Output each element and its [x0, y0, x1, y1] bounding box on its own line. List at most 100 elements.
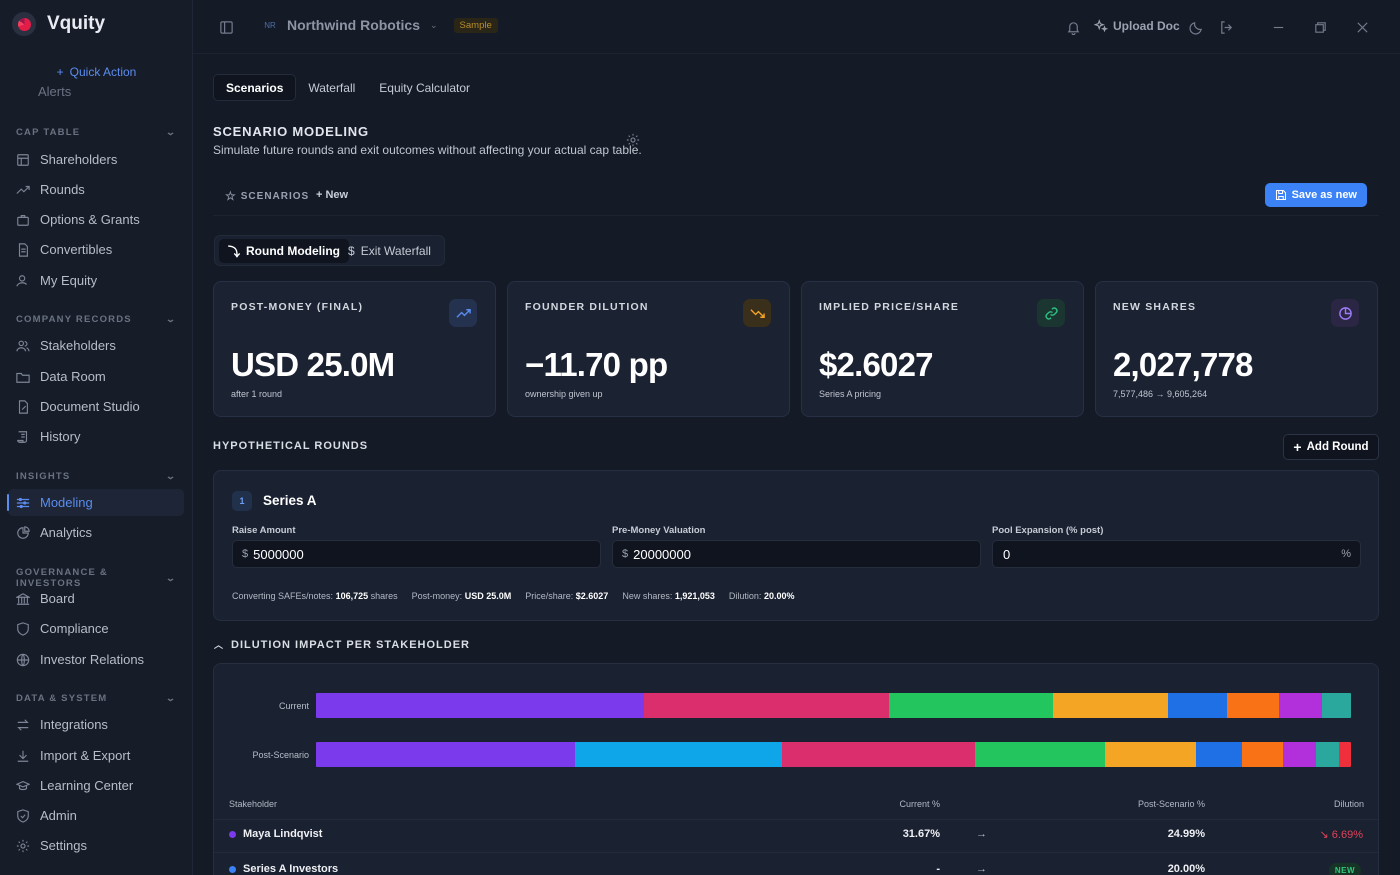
sidebar-item-stakeholders[interactable]: Stakeholders [8, 332, 184, 359]
section-header-company-records[interactable]: COMPANY RECORDS ⌄ [16, 314, 176, 325]
add-round-button[interactable]: + Add Round [1283, 434, 1379, 460]
save-icon [1275, 189, 1286, 201]
globe-icon [16, 653, 30, 667]
chevron-up-icon: ︿ [214, 640, 225, 650]
dilution-title: DILUTION IMPACT PER STAKEHOLDER [231, 638, 470, 651]
upload-doc-button[interactable]: Upload Doc [1094, 19, 1180, 33]
stacked-bar-post-scenario [316, 742, 1351, 767]
round-number-badge: 1 [232, 491, 252, 511]
sidebar-item-admin[interactable]: Admin [8, 802, 184, 829]
close-icon[interactable] [1354, 19, 1370, 35]
divider [214, 819, 1378, 820]
bar-segment [1279, 693, 1322, 718]
tab-equity-calculator[interactable]: Equity Calculator [367, 74, 482, 101]
sidebar-item-my-equity[interactable]: My Equity [8, 267, 184, 294]
sidebar-item-history[interactable]: History [8, 423, 184, 450]
quick-action-label: Quick Action [69, 65, 137, 79]
pool-expansion-input[interactable]: 0 % [992, 540, 1361, 568]
kpi-label: FOUNDER DILUTION [525, 301, 649, 313]
sidebar-item-label: Document Studio [40, 399, 140, 414]
sidebar-item-alerts[interactable]: Alerts [16, 86, 71, 98]
sidebar-item-settings[interactable]: Settings [8, 832, 184, 859]
shield-check-icon [16, 808, 30, 823]
sidebar-item-label: Data Room [40, 369, 106, 384]
sidebar-item-convertibles[interactable]: Convertibles [8, 236, 184, 263]
logout-icon[interactable] [1218, 19, 1234, 35]
sidebar: Vquity + Quick Action Alerts CAP TABLE ⌄ S… [0, 0, 193, 875]
brand[interactable]: Vquity [12, 10, 105, 38]
plus-icon: + [56, 65, 64, 79]
stakeholder-name: Series A Investors [229, 863, 338, 875]
sidebar-item-import-export[interactable]: Import & Export [8, 742, 184, 769]
bar-label-current: Current [278, 701, 309, 711]
page-subtitle: Simulate future rounds and exit outcomes… [213, 143, 642, 157]
sidebar-item-label: History [40, 429, 81, 444]
bar-segment [574, 742, 782, 767]
color-dot [229, 830, 236, 838]
kpi-value: −11.70 pp [525, 346, 668, 383]
section-header-insights[interactable]: INSIGHTS ⌄ [16, 471, 176, 482]
kpi-value: USD 25.0M [231, 346, 395, 383]
scenarios-menu[interactable]: ☆ SCENARIOS [225, 189, 309, 203]
mode-exit-waterfall[interactable]: $ Exit Waterfall [339, 239, 440, 263]
sidebar-toggle-icon[interactable] [218, 19, 234, 35]
sidebar-item-document-studio[interactable]: Document Studio [8, 393, 184, 420]
sidebar-item-options-grants[interactable]: Options & Grants [8, 206, 184, 233]
arrow-right-icon: → [976, 828, 987, 840]
save-as-new-button[interactable]: Save as new [1264, 183, 1367, 207]
divider [214, 852, 1378, 853]
sidebar-item-label: Alerts [38, 86, 72, 98]
raise-amount-input[interactable]: $ 5000000 [232, 540, 601, 568]
bar-segment [1321, 693, 1351, 718]
briefcase-icon [16, 213, 30, 227]
sliders-icon [16, 496, 30, 510]
chevron-down-icon: ⌄ [430, 19, 438, 30]
users-icon [16, 339, 30, 353]
bar-segment [316, 693, 644, 718]
company-switcher[interactable]: NR Northwind Robotics ⌄ Sample [263, 17, 498, 33]
bar-segment [1052, 693, 1169, 718]
kpi-value: 2,027,778 [1113, 346, 1253, 383]
sidebar-item-data-room[interactable]: Data Room [8, 363, 184, 390]
sidebar-item-analytics[interactable]: Analytics [8, 519, 184, 546]
chevron-down-icon: ⌄ [165, 471, 178, 481]
round-name[interactable]: Series A [263, 493, 317, 508]
sidebar-item-investor-relations[interactable]: Investor Relations [8, 646, 184, 673]
trending-up-icon [449, 299, 477, 327]
sidebar-item-rounds[interactable]: Rounds [8, 176, 184, 203]
page-tabs: Scenarios Waterfall Equity Calculator [213, 74, 482, 102]
sidebar-item-compliance[interactable]: Compliance [8, 615, 184, 642]
sidebar-item-label: Shareholders [40, 152, 118, 167]
new-scenario-button[interactable]: + New [316, 189, 348, 201]
section-header-cap-table[interactable]: CAP TABLE ⌄ [16, 127, 176, 138]
stakeholder-name: Maya Lindqvist [229, 828, 322, 840]
stat-dilution: Dilution: 20.00% [728, 591, 795, 601]
gear-icon[interactable] [626, 133, 640, 147]
file-text-icon [16, 242, 30, 257]
round-summary: Converting SAFEs/notes: 106,725 shares P… [232, 591, 808, 601]
sample-badge: Sample [453, 17, 498, 33]
pre-money-input[interactable]: $ 20000000 [612, 540, 981, 568]
tab-waterfall[interactable]: Waterfall [296, 74, 367, 101]
sidebar-item-modeling[interactable]: Modeling [7, 489, 184, 516]
mode-switcher: ⤵ Round Modeling $ Exit Waterfall [214, 235, 445, 266]
mode-round-modeling[interactable]: ⤵ Round Modeling [219, 239, 349, 263]
sidebar-item-shareholders[interactable]: Shareholders [8, 146, 184, 173]
sidebar-item-label: Integrations [40, 717, 108, 732]
user-icon [16, 274, 30, 288]
current-pct: 31.67% [902, 828, 940, 840]
quick-action-button[interactable]: + Quick Action [0, 65, 192, 79]
sidebar-item-integrations[interactable]: Integrations [8, 711, 184, 738]
maximize-icon[interactable] [1312, 19, 1328, 35]
scroll-icon [16, 430, 30, 444]
tab-scenarios[interactable]: Scenarios [213, 74, 297, 101]
bar-segment [1339, 742, 1351, 767]
sidebar-item-board[interactable]: Board [8, 585, 184, 612]
section-header-data-system[interactable]: DATA & SYSTEM ⌄ [16, 693, 176, 704]
moon-icon[interactable] [1188, 19, 1204, 35]
minimize-icon[interactable] [1270, 19, 1286, 35]
bell-icon[interactable] [1065, 19, 1081, 35]
sidebar-item-learning-center[interactable]: Learning Center [8, 772, 184, 799]
dilution-section-toggle[interactable]: ︿ DILUTION IMPACT PER STAKEHOLDER [214, 638, 470, 651]
section-title: CAP TABLE [16, 127, 81, 138]
